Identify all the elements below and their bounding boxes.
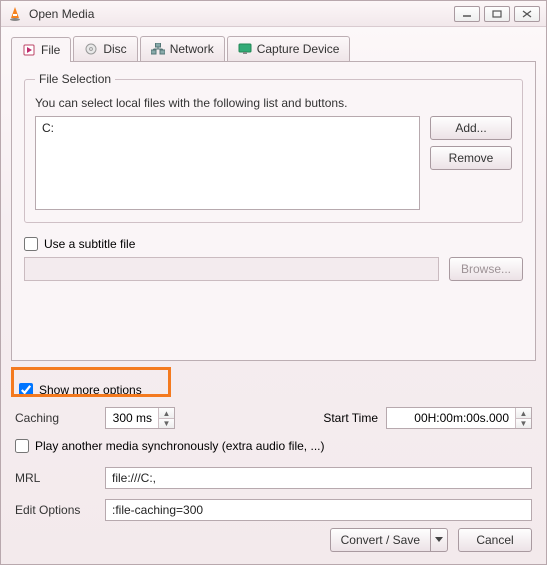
- tab-strip: File Disc Network Capture Device: [11, 35, 536, 61]
- spin-down-icon[interactable]: ▼: [159, 418, 174, 428]
- remove-button[interactable]: Remove: [430, 146, 512, 170]
- file-selection-legend: File Selection: [35, 72, 115, 86]
- open-media-window: Open Media File: [0, 0, 547, 565]
- footer-buttons: Convert / Save Cancel: [330, 528, 532, 552]
- caching-label: Caching: [15, 411, 95, 425]
- use-subtitle-label: Use a subtitle file: [44, 237, 135, 251]
- network-icon: [151, 42, 165, 56]
- window-buttons: [454, 6, 540, 22]
- cancel-button[interactable]: Cancel: [458, 528, 532, 552]
- tab-file[interactable]: File: [11, 37, 71, 62]
- minimize-button[interactable]: [454, 6, 480, 22]
- play-sync-label: Play another media synchronously (extra …: [35, 439, 324, 453]
- convert-save-dropdown[interactable]: [430, 528, 448, 552]
- capture-icon: [238, 42, 252, 56]
- close-button[interactable]: [514, 6, 540, 22]
- spin-down-icon[interactable]: ▼: [516, 418, 531, 428]
- spin-up-icon[interactable]: ▲: [159, 408, 174, 418]
- disc-icon: [84, 42, 98, 56]
- play-sync-row[interactable]: Play another media synchronously (extra …: [15, 439, 532, 453]
- file-selection-group: File Selection You can select local file…: [24, 72, 523, 223]
- window-title: Open Media: [29, 7, 454, 21]
- tab-label: Network: [170, 42, 214, 56]
- caching-value[interactable]: [106, 408, 158, 428]
- convert-save-button[interactable]: Convert / Save: [330, 528, 430, 552]
- file-selection-hint: You can select local files with the foll…: [35, 96, 512, 110]
- file-list[interactable]: C:: [35, 116, 420, 210]
- start-time-spinner[interactable]: ▲ ▼: [386, 407, 532, 429]
- client-area: File Disc Network Capture Device: [1, 27, 546, 541]
- chevron-down-icon: [435, 537, 443, 543]
- subtitle-path-field: [24, 257, 439, 281]
- use-subtitle-row[interactable]: Use a subtitle file: [24, 237, 523, 251]
- maximize-button[interactable]: [484, 6, 510, 22]
- app-icon: [7, 6, 23, 22]
- tab-label: File: [41, 43, 60, 57]
- tab-label: Capture Device: [257, 42, 340, 56]
- mrl-label: MRL: [15, 471, 95, 485]
- tab-panel-file: File Selection You can select local file…: [11, 61, 536, 361]
- title-bar: Open Media: [1, 1, 546, 27]
- file-icon: [22, 43, 36, 57]
- caching-spinner[interactable]: ▲ ▼: [105, 407, 175, 429]
- show-more-options-label: Show more options: [39, 383, 142, 397]
- tab-disc[interactable]: Disc: [73, 36, 137, 61]
- start-time-value[interactable]: [387, 408, 515, 428]
- edit-options-label: Edit Options: [15, 503, 95, 517]
- subtitle-block: Use a subtitle file Browse...: [24, 237, 523, 281]
- browse-button: Browse...: [449, 257, 523, 281]
- extra-options: Caching ▲ ▼ Start Time ▲ ▼: [11, 407, 536, 521]
- spin-up-icon[interactable]: ▲: [516, 408, 531, 418]
- file-list-item: C:: [42, 121, 54, 135]
- tab-network[interactable]: Network: [140, 36, 225, 61]
- mrl-input[interactable]: [105, 467, 532, 489]
- play-sync-checkbox[interactable]: [15, 439, 29, 453]
- convert-save-splitbutton: Convert / Save: [330, 528, 448, 552]
- tab-capture[interactable]: Capture Device: [227, 36, 351, 61]
- start-time-label: Start Time: [323, 411, 378, 425]
- use-subtitle-checkbox[interactable]: [24, 237, 38, 251]
- edit-options-input[interactable]: [105, 499, 532, 521]
- show-more-options-checkbox[interactable]: [19, 383, 33, 397]
- add-button[interactable]: Add...: [430, 116, 512, 140]
- tab-label: Disc: [103, 42, 126, 56]
- show-more-options[interactable]: Show more options: [11, 379, 150, 401]
